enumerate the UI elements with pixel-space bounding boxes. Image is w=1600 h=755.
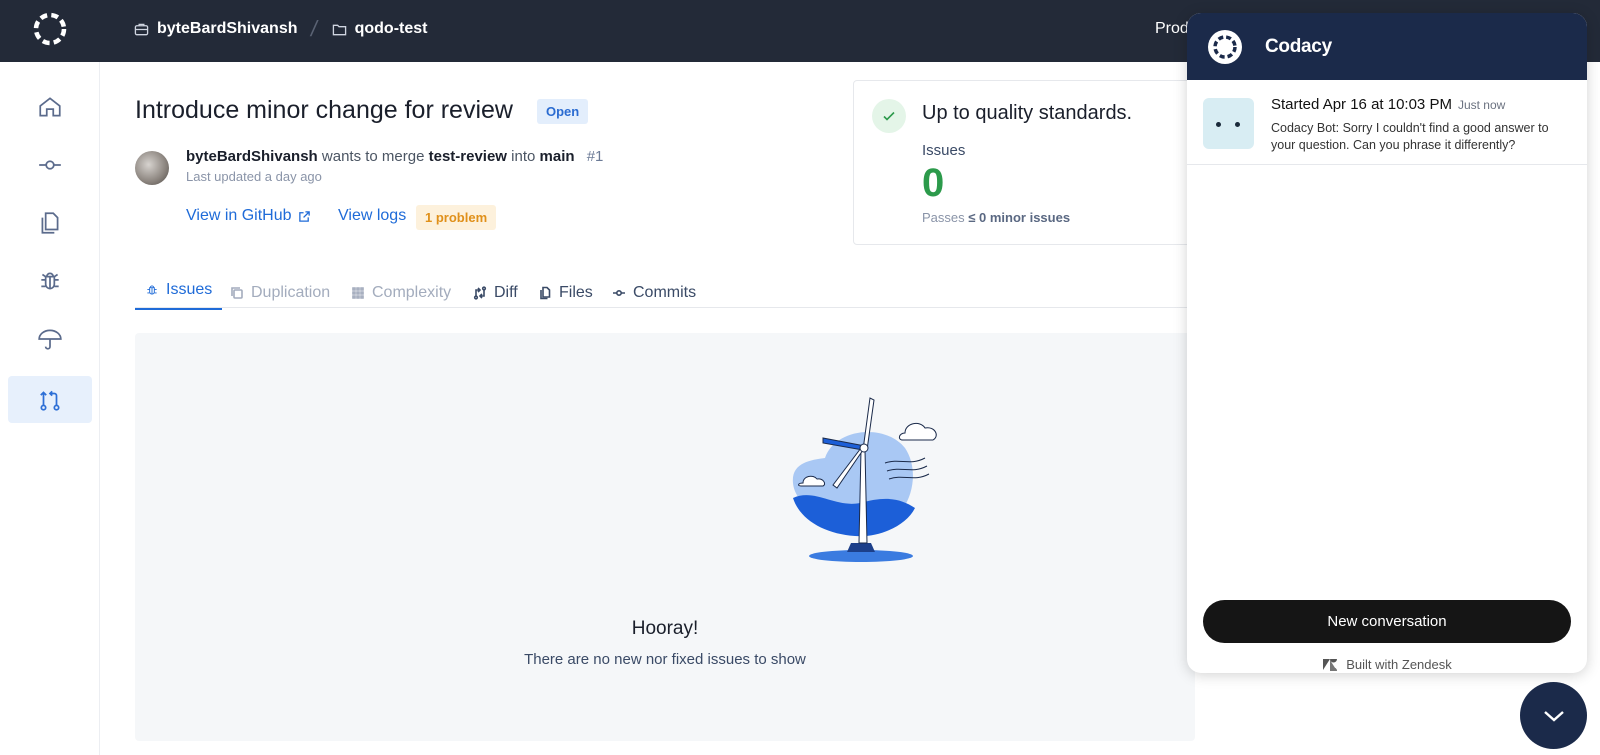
- sidebar-item-home[interactable]: [8, 83, 92, 130]
- merge-into: into: [511, 148, 536, 165]
- tab-diff[interactable]: Diff: [473, 278, 518, 308]
- chat-toggle-button[interactable]: [1520, 682, 1587, 749]
- sidebar-item-pull-requests[interactable]: [8, 376, 92, 423]
- source-branch: test-review: [428, 148, 507, 165]
- chat-widget: Codacy Started Apr 16 at 10:03 PM Just no…: [1187, 13, 1587, 673]
- tab-duplication[interactable]: Duplication: [230, 278, 330, 308]
- quality-card: Up to quality standards. Issues 0 Passes…: [853, 80, 1193, 245]
- folder-icon: [332, 24, 346, 35]
- view-logs-link[interactable]: View logs: [338, 207, 406, 225]
- bug-icon: [41, 272, 59, 289]
- topnav-products-link[interactable]: Prod: [1155, 20, 1189, 38]
- check-icon: [872, 99, 906, 133]
- breadcrumb: byteBardShivansh / qodo-test: [134, 0, 427, 58]
- author-name: byteBardShivansh: [186, 148, 318, 165]
- tab-commits-label: Commits: [633, 284, 697, 301]
- wind-turbine-illustration: [792, 397, 937, 562]
- zendesk-label: Built with Zendesk: [1346, 657, 1452, 672]
- home-icon: [39, 96, 61, 117]
- conversation-time: Just now: [1457, 98, 1506, 112]
- view-in-github-link[interactable]: View in GitHub: [186, 207, 311, 225]
- pr-number: #1: [586, 148, 604, 165]
- breadcrumb-repo[interactable]: qodo-test: [332, 20, 428, 38]
- org-name: byteBardShivansh: [157, 20, 298, 37]
- tab-commits[interactable]: Commits: [612, 278, 696, 308]
- page-title: Introduce minor change for review: [135, 96, 513, 124]
- grid-icon: [352, 287, 364, 299]
- tab-files[interactable]: Files: [538, 278, 593, 308]
- issues-label: Issues: [922, 142, 966, 159]
- sidebar-item-files[interactable]: [8, 199, 92, 246]
- external-link-icon: [298, 210, 310, 222]
- target-branch: main: [539, 148, 575, 165]
- tab-diff-label: Diff: [494, 284, 518, 301]
- sidebar: [0, 62, 100, 755]
- pull-request-icon: [40, 390, 60, 411]
- repo-name: qodo-test: [354, 20, 428, 37]
- sidebar-item-commits[interactable]: [8, 141, 92, 188]
- empty-state-title: Hooray!: [631, 618, 699, 639]
- sidebar-item-issues[interactable]: [8, 257, 92, 304]
- view-in-github-label: View in GitHub: [186, 207, 292, 224]
- tab-bar: Issues Duplication Complexity Diff Files…: [135, 272, 1195, 310]
- copy-icon: [231, 287, 243, 299]
- chat-brand-name: Codacy: [1265, 35, 1332, 57]
- diff-icon: [473, 286, 487, 300]
- avatar: [135, 151, 169, 185]
- breadcrumb-org[interactable]: byteBardShivansh: [134, 20, 297, 38]
- bot-avatar: [1203, 98, 1254, 149]
- bug-icon: [147, 285, 157, 295]
- merge-description: byteBardShivansh wants to merge test-rev…: [186, 148, 603, 165]
- conversation-item[interactable]: Started Apr 16 at 10:03 PM Just now Codac…: [1187, 80, 1587, 165]
- tab-files-label: Files: [559, 284, 593, 301]
- breadcrumb-separator: /: [309, 16, 320, 41]
- empty-state-subtitle: There are no new nor fixed issues to sho…: [524, 651, 806, 668]
- merge-verb: wants to merge: [321, 148, 425, 165]
- tab-complexity[interactable]: Complexity: [351, 278, 451, 308]
- tab-issues[interactable]: Issues: [135, 278, 223, 310]
- passes-text: Passes ≤ 0 minor issues: [922, 210, 1070, 225]
- conversation-title: Started Apr 16 at 10:03 PM Just now: [1271, 96, 1505, 113]
- new-conversation-button[interactable]: New conversation: [1203, 600, 1571, 643]
- files-icon: [41, 211, 59, 234]
- tab-issues-label: Issues: [166, 281, 213, 298]
- chat-header: Codacy: [1187, 13, 1587, 80]
- last-updated: Last updated a day ago: [186, 169, 322, 184]
- files-icon: [540, 286, 551, 300]
- passes-prefix: Passes: [922, 210, 965, 225]
- conversation-preview: Codacy Bot: Sorry I couldn't find a good…: [1271, 121, 1549, 152]
- codacy-logo[interactable]: [32, 11, 68, 47]
- issues-count: 0: [922, 161, 945, 205]
- zendesk-icon: [1323, 658, 1338, 671]
- zendesk-footer[interactable]: Built with Zendesk: [1187, 657, 1587, 672]
- issues-panel: Hooray! There are no new nor fixed issue…: [135, 333, 1195, 741]
- codacy-logo: [1208, 29, 1242, 64]
- commit-icon: [613, 290, 625, 297]
- commit-icon: [39, 159, 61, 170]
- passes-value: ≤ 0 minor issues: [968, 210, 1071, 225]
- chevron-down-icon: [1543, 710, 1564, 722]
- umbrella-icon: [38, 329, 62, 350]
- problem-badge[interactable]: 1 problem: [416, 205, 497, 230]
- tab-complexity-label: Complexity: [372, 284, 452, 301]
- quality-status: Up to quality standards.: [922, 102, 1133, 124]
- sidebar-item-coverage[interactable]: [8, 315, 92, 362]
- conversation-started: Started Apr 16 at 10:03 PM: [1271, 96, 1452, 113]
- tab-duplication-label: Duplication: [251, 284, 331, 301]
- status-badge: Open: [537, 99, 589, 124]
- briefcase-icon: [134, 23, 149, 35]
